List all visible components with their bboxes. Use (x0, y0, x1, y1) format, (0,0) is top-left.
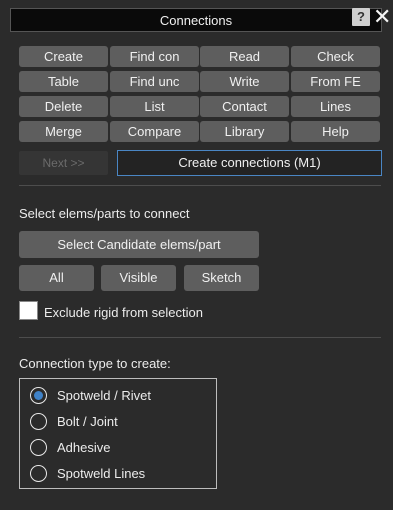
find-unc-button[interactable]: Find unc (110, 71, 199, 92)
radio-spotweld-lines[interactable] (30, 465, 47, 482)
selection-heading: Select elems/parts to connect (19, 206, 190, 221)
help-button[interactable]: Help (291, 121, 380, 142)
select-candidate-button[interactable]: Select Candidate elems/part (19, 231, 259, 258)
connection-type-group: Spotweld / Rivet Bolt / Joint Adhesive S… (19, 378, 217, 489)
next-button[interactable]: Next >> (19, 151, 108, 175)
connection-type-heading: Connection type to create: (19, 356, 171, 371)
connections-panel: Connections ? ✕ Create Find con Read Che… (0, 0, 393, 510)
create-connections-button[interactable]: Create connections (M1) (117, 150, 382, 176)
find-con-button[interactable]: Find con (110, 46, 199, 67)
radio-label-bolt-joint: Bolt / Joint (57, 414, 118, 429)
divider (19, 185, 381, 186)
radio-bolt-joint[interactable] (30, 413, 47, 430)
create-button[interactable]: Create (19, 46, 108, 67)
radio-label-spotweld-rivet: Spotweld / Rivet (57, 388, 151, 403)
compare-button[interactable]: Compare (110, 121, 199, 142)
from-fe-button[interactable]: From FE (291, 71, 380, 92)
check-button[interactable]: Check (291, 46, 380, 67)
radio-label-adhesive: Adhesive (57, 440, 111, 455)
radio-adhesive[interactable] (30, 439, 47, 456)
radio-label-spotweld-lines: Spotweld Lines (57, 466, 146, 481)
exclude-rigid-checkbox[interactable] (19, 301, 38, 320)
exclude-rigid-label: Exclude rigid from selection (44, 305, 203, 320)
visible-button[interactable]: Visible (101, 265, 176, 291)
delete-button[interactable]: Delete (19, 96, 108, 117)
table-button[interactable]: Table (19, 71, 108, 92)
radio-spotweld-rivet[interactable] (30, 387, 47, 404)
merge-button[interactable]: Merge (19, 121, 108, 142)
lines-button[interactable]: Lines (291, 96, 380, 117)
all-button[interactable]: All (19, 265, 94, 291)
help-icon[interactable]: ? (352, 8, 370, 26)
close-icon[interactable]: ✕ (373, 6, 391, 28)
list-button[interactable]: List (110, 96, 199, 117)
window-title: Connections (159, 13, 233, 28)
library-button[interactable]: Library (200, 121, 289, 142)
divider (19, 337, 381, 338)
sketch-button[interactable]: Sketch (184, 265, 259, 291)
contact-button[interactable]: Contact (200, 96, 289, 117)
write-button[interactable]: Write (200, 71, 289, 92)
title-bar: Connections (10, 8, 382, 32)
read-button[interactable]: Read (200, 46, 289, 67)
